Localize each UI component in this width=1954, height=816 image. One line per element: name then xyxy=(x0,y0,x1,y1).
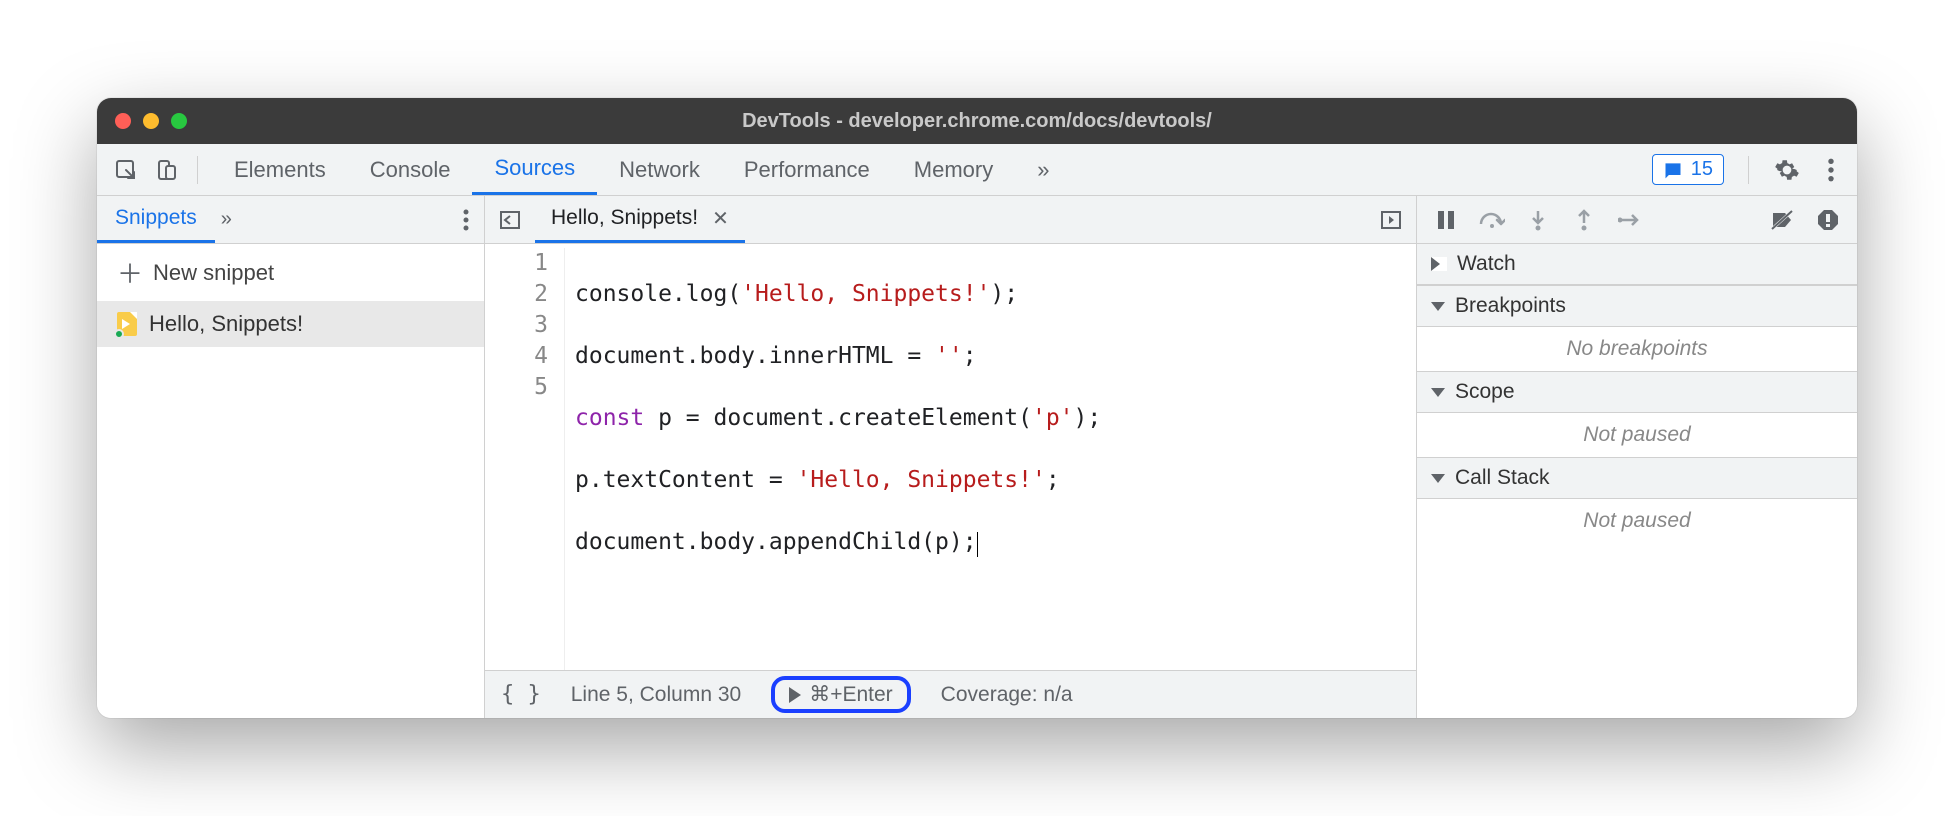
pause-icon[interactable] xyxy=(1433,210,1459,230)
more-menu-icon[interactable] xyxy=(1817,157,1845,183)
settings-icon[interactable] xyxy=(1773,157,1801,183)
close-file-icon[interactable]: ✕ xyxy=(712,206,729,231)
pause-on-exceptions-icon[interactable] xyxy=(1815,209,1841,231)
breakpoints-label: Breakpoints xyxy=(1455,294,1566,318)
new-snippet-label: New snippet xyxy=(153,260,274,286)
window-title: DevTools - developer.chrome.com/docs/dev… xyxy=(97,110,1857,133)
code-editor[interactable]: 1 2 3 4 5 console.log('Hello, Snippets!'… xyxy=(485,244,1416,670)
deactivate-breakpoints-icon[interactable] xyxy=(1769,209,1795,231)
callstack-section-header[interactable]: Call Stack xyxy=(1417,457,1857,499)
navigator-panel: Snippets » ＋ New snippet Hello, Snippets… xyxy=(97,196,485,718)
editor-file-tab[interactable]: Hello, Snippets! ✕ xyxy=(535,196,745,243)
nav-back-icon[interactable] xyxy=(495,208,525,232)
scope-section-header[interactable]: Scope xyxy=(1417,371,1857,413)
issues-button[interactable]: 15 xyxy=(1652,154,1724,185)
separator xyxy=(197,156,198,184)
tab-elements[interactable]: Elements xyxy=(212,144,348,195)
file-tab-label: Hello, Snippets! xyxy=(551,206,698,230)
tabs-overflow[interactable]: » xyxy=(1015,144,1071,195)
line-number: 4 xyxy=(485,341,554,372)
device-toggle-icon[interactable] xyxy=(149,153,183,187)
line-number: 3 xyxy=(485,310,554,341)
expand-icon xyxy=(1431,257,1447,271)
code-content[interactable]: console.log('Hello, Snippets!'); documen… xyxy=(565,248,1101,670)
collapse-icon xyxy=(1431,474,1445,483)
line-number: 5 xyxy=(485,372,554,403)
play-icon xyxy=(789,687,801,703)
scope-label: Scope xyxy=(1455,380,1515,404)
scope-body: Not paused xyxy=(1417,413,1857,457)
callstack-body: Not paused xyxy=(1417,499,1857,543)
callstack-label: Call Stack xyxy=(1455,466,1550,490)
devtools-window: DevTools - developer.chrome.com/docs/dev… xyxy=(97,98,1857,718)
navigator-tab-snippets[interactable]: Snippets xyxy=(97,196,215,243)
separator xyxy=(1748,156,1749,184)
cursor-position: Line 5, Column 30 xyxy=(571,683,741,707)
snippet-list-item[interactable]: Hello, Snippets! xyxy=(97,301,484,347)
snippet-item-label: Hello, Snippets! xyxy=(149,311,303,337)
watch-label: Watch xyxy=(1457,252,1516,276)
main-toolbar: Elements Console Sources Network Perform… xyxy=(97,144,1857,196)
line-gutter: 1 2 3 4 5 xyxy=(485,248,565,670)
watch-section-header[interactable]: Watch xyxy=(1417,244,1857,285)
line-number: 2 xyxy=(485,279,554,310)
breakpoints-body: No breakpoints xyxy=(1417,327,1857,371)
tab-sources[interactable]: Sources xyxy=(472,144,597,195)
issues-count: 15 xyxy=(1691,158,1713,181)
breakpoints-section-header[interactable]: Breakpoints xyxy=(1417,285,1857,327)
issues-icon xyxy=(1663,160,1683,180)
step-into-icon[interactable] xyxy=(1525,209,1551,231)
run-snippet-button[interactable]: ⌘+Enter xyxy=(771,676,910,713)
new-snippet-button[interactable]: ＋ New snippet xyxy=(97,244,484,301)
navigator-tabs-overflow[interactable]: » xyxy=(221,208,232,231)
tab-network[interactable]: Network xyxy=(597,144,722,195)
text-cursor xyxy=(977,532,978,557)
snippet-file-icon xyxy=(117,312,137,336)
editor-statusbar: { } Line 5, Column 30 ⌘+Enter Coverage: … xyxy=(485,670,1416,718)
titlebar: DevTools - developer.chrome.com/docs/dev… xyxy=(97,98,1857,144)
main-area: Snippets » ＋ New snippet Hello, Snippets… xyxy=(97,196,1857,718)
traffic-lights xyxy=(115,113,187,129)
step-icon[interactable] xyxy=(1617,212,1643,228)
editor-header: Hello, Snippets! ✕ xyxy=(485,196,1416,244)
tab-console[interactable]: Console xyxy=(348,144,473,195)
minimize-window-button[interactable] xyxy=(143,113,159,129)
debugger-toolbar xyxy=(1417,196,1857,244)
collapse-icon xyxy=(1431,388,1445,397)
zoom-window-button[interactable] xyxy=(171,113,187,129)
panel-tabs: Elements Console Sources Network Perform… xyxy=(212,144,1072,195)
inspect-element-icon[interactable] xyxy=(109,153,143,187)
tab-performance[interactable]: Performance xyxy=(722,144,892,195)
line-number: 1 xyxy=(485,248,554,279)
navigator-header: Snippets » xyxy=(97,196,484,244)
collapse-icon xyxy=(1431,302,1445,311)
debugger-panel: Watch Breakpoints No breakpoints Scope N… xyxy=(1417,196,1857,718)
editor-panel: Hello, Snippets! ✕ 1 2 3 4 5 console.log… xyxy=(485,196,1417,718)
toolbar-right: 15 xyxy=(1652,154,1845,185)
step-over-icon[interactable] xyxy=(1479,210,1505,230)
close-window-button[interactable] xyxy=(115,113,131,129)
step-out-icon[interactable] xyxy=(1571,209,1597,231)
tab-memory[interactable]: Memory xyxy=(892,144,1015,195)
navigator-body: ＋ New snippet Hello, Snippets! xyxy=(97,244,484,718)
plus-icon: ＋ xyxy=(117,254,143,291)
run-shortcut-label: ⌘+Enter xyxy=(809,682,892,707)
navigator-more-icon[interactable] xyxy=(462,208,470,232)
nav-forward-icon[interactable] xyxy=(1376,208,1406,232)
coverage-status: Coverage: n/a xyxy=(941,683,1073,707)
pretty-print-icon[interactable]: { } xyxy=(501,682,541,707)
